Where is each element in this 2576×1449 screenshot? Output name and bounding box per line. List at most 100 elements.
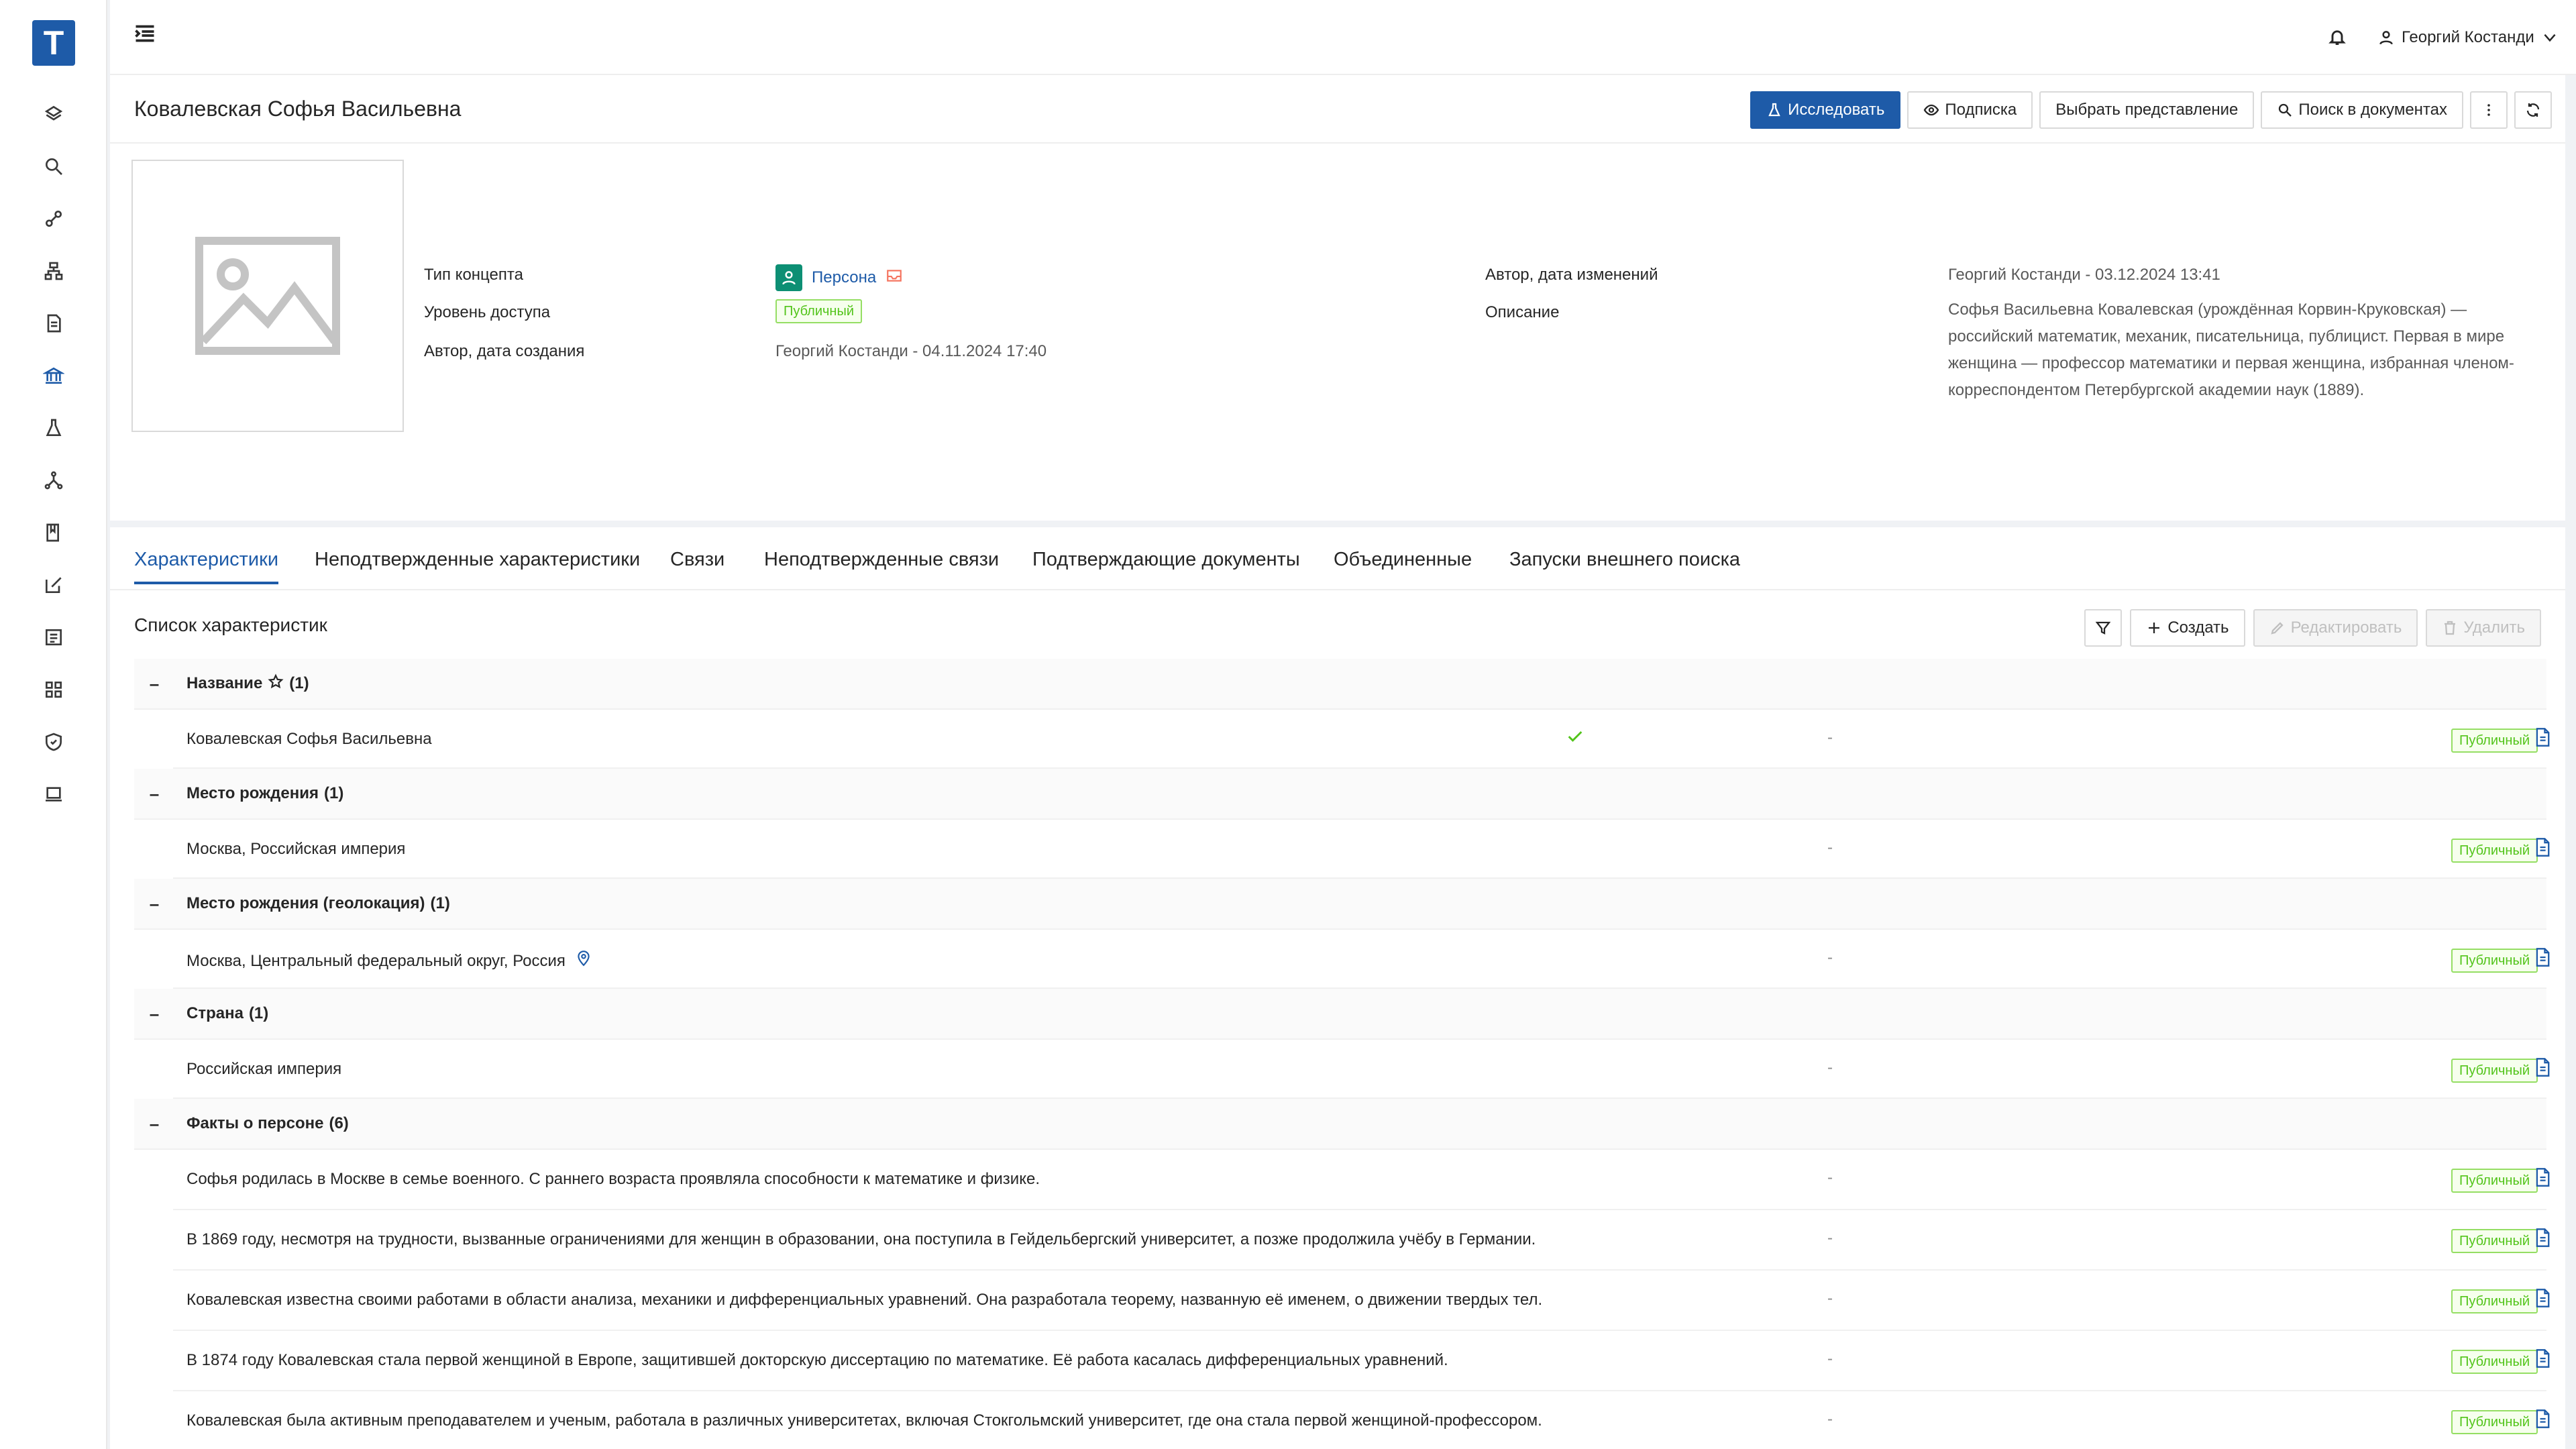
- table-row[interactable]: Российская империя - Публичный: [173, 1040, 2550, 1099]
- row-text: Ковалевская Софья Васильевна: [186, 730, 432, 748]
- row-text: В 1874 году Ковалевская стала первой жен…: [186, 1351, 1448, 1369]
- row-text: Российская империя: [186, 1060, 342, 1078]
- hierarchy-icon[interactable]: [40, 258, 67, 284]
- pencil-icon: [2270, 622, 2284, 635]
- description-label: Описание: [1485, 303, 1560, 321]
- document-icon[interactable]: [2533, 1288, 2552, 1313]
- collapse-icon[interactable]: –: [134, 1004, 174, 1024]
- user-name: Георгий Костанди: [2402, 28, 2534, 46]
- table-row[interactable]: Ковалевская была активным преподавателем…: [173, 1391, 2550, 1449]
- row-source: -: [1827, 1169, 1833, 1187]
- row-text: Москва, Российская империя: [186, 840, 406, 858]
- group-title: Место рождения: [186, 784, 319, 802]
- document-icon[interactable]: [2533, 837, 2552, 862]
- app-root: T Георгий Костанди Ковалевская Софья Вас…: [0, 0, 2576, 1449]
- tab-links[interactable]: Связи: [670, 549, 724, 582]
- dashboard-icon[interactable]: [40, 101, 67, 127]
- app-logo[interactable]: T: [32, 20, 75, 66]
- table-row[interactable]: Ковалевская Софья Васильевна - Публичный: [173, 710, 2550, 769]
- search-documents-button[interactable]: Поиск в документах: [2261, 91, 2463, 129]
- choose-view-button[interactable]: Выбрать представление: [2039, 91, 2255, 129]
- link-icon[interactable]: [40, 205, 67, 232]
- choose-view-button-label: Выбрать представление: [2055, 101, 2239, 119]
- table-row[interactable]: Софья родилась в Москве в семье военного…: [173, 1150, 2550, 1210]
- tab-characteristics[interactable]: Характеристики: [134, 549, 279, 584]
- more-vertical-icon: [2487, 104, 2490, 116]
- refresh-button[interactable]: [2514, 91, 2552, 129]
- group-row[interactable]: – Место рождения (1): [134, 769, 2546, 820]
- table-row[interactable]: Москва, Российская империя - Публичный: [173, 820, 2550, 879]
- edit-button[interactable]: Редактировать: [2253, 609, 2418, 647]
- row-source: -: [1827, 729, 1833, 747]
- laptop-icon[interactable]: [40, 781, 67, 808]
- document-icon[interactable]: [2533, 1228, 2552, 1252]
- document-icon[interactable]: [2533, 947, 2552, 972]
- search-documents-button-label: Поиск в документах: [2298, 101, 2447, 119]
- table-row[interactable]: Москва, Центральный федеральный округ, Р…: [173, 930, 2550, 989]
- flask-icon[interactable]: [40, 415, 67, 441]
- delete-button[interactable]: Удалить: [2426, 609, 2541, 647]
- tab-supporting-documents[interactable]: Подтверждающие документы: [1032, 549, 1300, 582]
- graph-icon[interactable]: [40, 467, 67, 494]
- edit-icon[interactable]: [40, 572, 67, 598]
- research-button[interactable]: Исследовать: [1750, 91, 1901, 129]
- access-badge: Публичный: [2451, 839, 2538, 863]
- edit-button-label: Редактировать: [2290, 619, 2402, 637]
- access-badge: Публичный: [2451, 1410, 2538, 1434]
- news-icon[interactable]: [40, 624, 67, 651]
- document-icon[interactable]: [2533, 1348, 2552, 1373]
- menu-collapse-icon[interactable]: [133, 21, 160, 48]
- search-icon[interactable]: [40, 153, 67, 180]
- group-row[interactable]: – Место рождения (геолокация) (1): [134, 879, 2546, 930]
- collapse-icon[interactable]: –: [134, 894, 174, 914]
- characteristics-list-title: Список характеристик: [134, 614, 327, 635]
- concept-type-value[interactable]: Персона: [775, 264, 903, 291]
- document-icon[interactable]: [2533, 1167, 2552, 1192]
- mail-icon[interactable]: [885, 267, 903, 289]
- row-value: Москва, Центральный федеральный округ, Р…: [186, 950, 592, 972]
- group-row[interactable]: – Название (1): [134, 659, 2546, 710]
- row-text: Софья родилась в Москве в семье военного…: [186, 1170, 1040, 1188]
- group-title: Место рождения (геолокация): [186, 894, 425, 912]
- concept-photo-placeholder[interactable]: [131, 160, 404, 432]
- map-pin-icon[interactable]: [575, 950, 592, 972]
- book-icon[interactable]: [40, 519, 67, 546]
- research-button-label: Исследовать: [1788, 101, 1885, 119]
- tab-merged[interactable]: Объединенные: [1334, 549, 1472, 582]
- chevron-down-icon: [2544, 34, 2556, 42]
- shield-icon[interactable]: [40, 729, 67, 755]
- tab-unconfirmed-characteristics[interactable]: Неподтвержденные характеристики: [315, 549, 640, 582]
- notifications-bell-icon[interactable]: [2328, 27, 2349, 51]
- row-source: -: [1827, 1289, 1833, 1307]
- collapse-icon[interactable]: –: [134, 1114, 174, 1134]
- tab-external-search[interactable]: Запуски внешнего поиска: [1509, 549, 1740, 582]
- bank-icon[interactable]: [40, 362, 67, 389]
- tab-unconfirmed-links[interactable]: Неподтвержденные связи: [764, 549, 999, 582]
- widgets-icon[interactable]: [40, 676, 67, 703]
- user-menu[interactable]: Георгий Костанди: [2377, 24, 2559, 51]
- row-value: В 1869 году, несмотря на трудности, вызв…: [186, 1230, 1536, 1249]
- document-icon[interactable]: [2533, 727, 2552, 752]
- group-row[interactable]: – Факты о персоне (6): [134, 1099, 2546, 1150]
- group-name: Место рождения (геолокация) (1): [186, 894, 450, 913]
- more-button[interactable]: [2470, 91, 2508, 129]
- table-row[interactable]: В 1874 году Ковалевская стала первой жен…: [173, 1331, 2550, 1391]
- create-button[interactable]: Создать: [2130, 609, 2245, 647]
- document-icon[interactable]: [40, 310, 67, 337]
- group-count: (1): [324, 784, 344, 802]
- star-icon[interactable]: [268, 673, 284, 694]
- group-row[interactable]: – Страна (1): [134, 989, 2546, 1040]
- filter-button[interactable]: [2084, 609, 2123, 647]
- concept-tabs: Характеристики Неподтвержденные характер…: [110, 537, 2565, 590]
- page-title: Ковалевская Софья Васильевна: [134, 97, 462, 121]
- row-text: Ковалевская была активным преподавателем…: [186, 1411, 1542, 1430]
- table-row[interactable]: Ковалевская известна своими работами в о…: [173, 1271, 2550, 1331]
- collapse-icon[interactable]: –: [134, 674, 174, 694]
- table-row[interactable]: В 1869 году, несмотря на трудности, вызв…: [173, 1210, 2550, 1271]
- subscribe-button[interactable]: Подписка: [1907, 91, 2033, 129]
- document-icon[interactable]: [2533, 1409, 2552, 1434]
- eye-icon: [1924, 104, 1939, 116]
- access-level-label: Уровень доступа: [424, 303, 551, 321]
- collapse-icon[interactable]: –: [134, 784, 174, 804]
- document-icon[interactable]: [2533, 1057, 2552, 1082]
